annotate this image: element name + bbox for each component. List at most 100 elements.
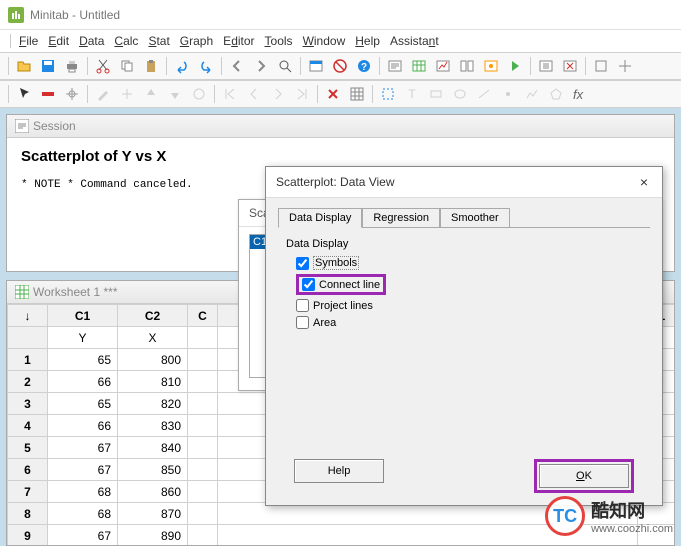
cell[interactable]: 66 (48, 415, 118, 437)
col-c1[interactable]: C1 (48, 305, 118, 327)
row-head[interactable]: 5 (8, 437, 48, 459)
row-head[interactable]: 3 (8, 393, 48, 415)
check-symbols[interactable]: Symbols (296, 254, 650, 272)
tab-regression[interactable]: Regression (362, 208, 440, 227)
select-rect-icon[interactable] (377, 83, 399, 105)
ellipse-tool-icon[interactable] (449, 83, 471, 105)
copy-icon[interactable] (116, 55, 138, 77)
add-point-icon[interactable] (116, 83, 138, 105)
cell[interactable]: 65 (48, 349, 118, 371)
nav-back-icon[interactable] (226, 55, 248, 77)
polygon-tool-icon[interactable] (545, 83, 567, 105)
polyline-tool-icon[interactable] (521, 83, 543, 105)
cell[interactable]: 830 (118, 415, 188, 437)
menu-graph[interactable]: Graph (176, 32, 217, 50)
undo-icon[interactable] (171, 55, 193, 77)
cell[interactable]: 800 (118, 349, 188, 371)
cell[interactable]: 820 (118, 393, 188, 415)
cell[interactable]: 68 (48, 503, 118, 525)
menu-tools[interactable]: Tools (261, 32, 297, 50)
open-icon[interactable] (13, 55, 35, 77)
nav-fwd-icon[interactable] (250, 55, 272, 77)
show-info-icon[interactable] (480, 55, 502, 77)
project-manager-icon[interactable] (456, 55, 478, 77)
cut-icon[interactable] (92, 55, 114, 77)
check-area[interactable]: Area (296, 314, 650, 331)
nav-next-icon[interactable] (267, 83, 289, 105)
menu-data[interactable]: Data (75, 32, 108, 50)
row-head[interactable]: 9 (8, 525, 48, 546)
rect-tool-icon[interactable] (425, 83, 447, 105)
cell[interactable]: 67 (48, 437, 118, 459)
close-icon[interactable]: × (636, 174, 652, 190)
delete-x-icon[interactable] (322, 83, 344, 105)
var-y[interactable]: Y (48, 327, 118, 349)
col-c3[interactable]: C (188, 305, 218, 327)
cell[interactable]: 890 (118, 525, 188, 546)
cell[interactable]: 67 (48, 459, 118, 481)
menu-edit[interactable]: Edit (44, 32, 73, 50)
up-icon[interactable] (140, 83, 162, 105)
text-tool-icon[interactable]: T (401, 83, 423, 105)
col-c2[interactable]: C2 (118, 305, 188, 327)
help-icon[interactable]: ? (353, 55, 375, 77)
options-icon[interactable] (535, 55, 557, 77)
brush-icon[interactable] (37, 83, 59, 105)
toolbar-extra-2[interactable] (614, 55, 636, 77)
redo-icon[interactable] (195, 55, 217, 77)
crosshair-icon[interactable] (61, 83, 83, 105)
checkbox-area[interactable] (296, 316, 309, 329)
cell[interactable]: 67 (48, 525, 118, 546)
checkbox-project-lines[interactable] (296, 299, 309, 312)
menu-window[interactable]: Window (299, 32, 350, 50)
row-head[interactable]: 4 (8, 415, 48, 437)
row-head[interactable]: 6 (8, 459, 48, 481)
check-project-lines[interactable]: Project lines (296, 297, 650, 314)
down-icon[interactable] (164, 83, 186, 105)
row-head[interactable]: 8 (8, 503, 48, 525)
graph-window-icon[interactable] (432, 55, 454, 77)
nav-first-icon[interactable] (219, 83, 241, 105)
checkbox-symbols[interactable] (296, 257, 309, 270)
print-icon[interactable] (61, 55, 83, 77)
check-connect-line[interactable]: Connect line (296, 274, 386, 295)
cell[interactable]: 840 (118, 437, 188, 459)
menu-editor[interactable]: Editor (219, 32, 258, 50)
menu-calc[interactable]: Calc (110, 32, 142, 50)
tab-smoother[interactable]: Smoother (440, 208, 510, 227)
var-x[interactable]: X (118, 327, 188, 349)
nav-last-icon[interactable] (291, 83, 313, 105)
run-icon[interactable] (504, 55, 526, 77)
tab-data-display[interactable]: Data Display (278, 208, 362, 228)
pointer-icon[interactable] (13, 83, 35, 105)
line-tool-icon[interactable] (473, 83, 495, 105)
nav-prev-icon[interactable] (243, 83, 265, 105)
paste-icon[interactable] (140, 55, 162, 77)
cell[interactable]: 870 (118, 503, 188, 525)
save-icon[interactable] (37, 55, 59, 77)
row-head[interactable]: 1 (8, 349, 48, 371)
toolbar-extra-1[interactable] (590, 55, 612, 77)
session-window-icon[interactable] (384, 55, 406, 77)
edit-text-icon[interactable] (92, 83, 114, 105)
ok-button[interactable]: OK (539, 464, 629, 488)
cancel-icon[interactable] (329, 55, 351, 77)
grid-icon[interactable] (346, 83, 368, 105)
session-title-bar[interactable]: Session (7, 115, 674, 138)
row-head[interactable]: 7 (8, 481, 48, 503)
menu-help[interactable]: Help (351, 32, 384, 50)
circle-icon[interactable] (188, 83, 210, 105)
find-icon[interactable] (274, 55, 296, 77)
cell[interactable]: 66 (48, 371, 118, 393)
grid-corner[interactable]: ↓ (8, 305, 48, 327)
menu-stat[interactable]: Stat (144, 32, 173, 50)
last-dialog-icon[interactable] (305, 55, 327, 77)
worksheet-window-icon[interactable] (408, 55, 430, 77)
cell[interactable]: 65 (48, 393, 118, 415)
help-button[interactable]: Help (294, 459, 384, 483)
cell[interactable]: 810 (118, 371, 188, 393)
close-graphs-icon[interactable] (559, 55, 581, 77)
cell[interactable]: 850 (118, 459, 188, 481)
menu-assistant[interactable]: Assistant (386, 32, 443, 50)
row-head[interactable]: 2 (8, 371, 48, 393)
